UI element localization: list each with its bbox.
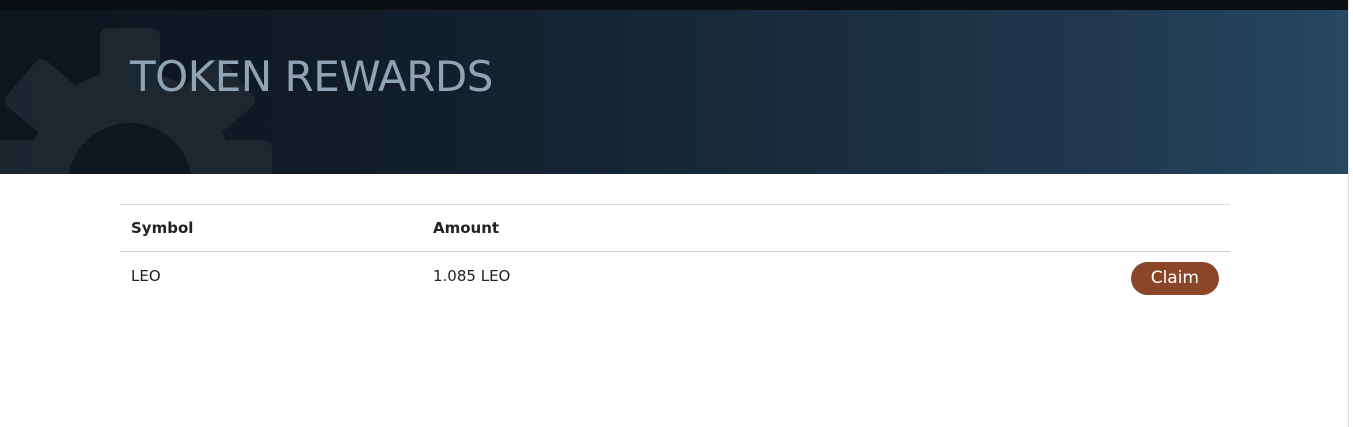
page-header: TOKEN REWARDS [0,10,1348,174]
action-cell: Claim [805,252,1230,301]
claim-button[interactable]: Claim [1130,261,1219,295]
token-amount: 1.085 LEO [433,267,511,285]
scrollbar[interactable] [1348,0,1353,427]
rewards-table: Symbol Amount LEO 1.085 LEO Claim [120,204,1230,300]
table-row: LEO 1.085 LEO Claim [120,252,1230,301]
page-title: TOKEN REWARDS [130,52,493,101]
column-header-amount: Amount [433,219,500,237]
top-banner-strip [0,0,1348,10]
column-header-symbol: Symbol [131,219,194,237]
table-header-row: Symbol Amount [120,204,1230,252]
token-symbol: LEO [131,267,161,285]
column-header-action [805,205,1230,252]
